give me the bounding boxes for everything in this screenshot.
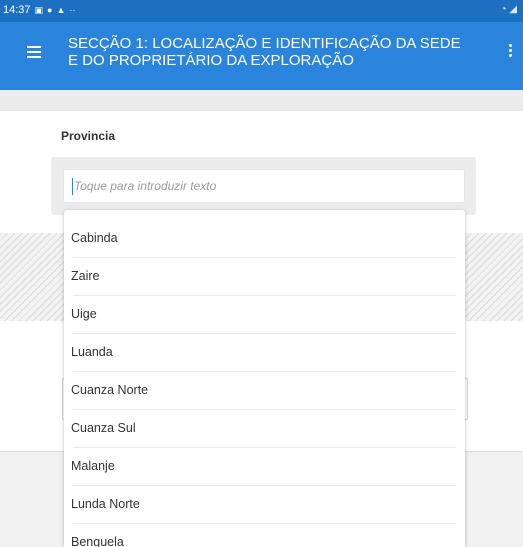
- provincia-dropdown: Cabinda Zaire Uige Luanda Cuanza Norte C…: [64, 210, 465, 547]
- status-left: 14:37 ▣ ● ▲ ··: [3, 4, 75, 16]
- input-placeholder: Toque para introduzir texto: [74, 179, 217, 193]
- section-subbar: [0, 90, 523, 111]
- provincia-input[interactable]: Toque para introduzir texto: [63, 169, 465, 203]
- dropdown-option[interactable]: Luanda: [71, 334, 456, 372]
- image-icon: ▣: [34, 4, 44, 15]
- warning-icon: ▲: [56, 4, 66, 15]
- wifi-icon: ◔: [500, 4, 507, 15]
- more-dots-icon: ··: [69, 4, 76, 15]
- dropdown-option[interactable]: Cuanza Norte: [71, 372, 456, 410]
- status-time: 14:37: [3, 4, 31, 16]
- page-title: SECÇÃO 1: LOCALIZAÇÃO E IDENTIFICAÇÃO DA…: [68, 35, 461, 69]
- hamburger-menu-icon[interactable]: [27, 46, 41, 58]
- dropdown-option[interactable]: Zaire: [71, 258, 456, 296]
- dropdown-option[interactable]: Cabinda: [71, 220, 456, 258]
- status-bar: 14:37 ▣ ● ▲ ·· ◔ ◢: [0, 0, 523, 22]
- dropdown-option[interactable]: Cuanza Sul: [71, 410, 456, 448]
- disabled-hatch-left: [0, 233, 65, 321]
- app-bar: SECÇÃO 1: LOCALIZAÇÃO E IDENTIFICAÇÃO DA…: [0, 22, 523, 90]
- dropdown-option[interactable]: Malanje: [71, 448, 456, 486]
- dropdown-option[interactable]: Benguela: [71, 524, 456, 547]
- dropdown-option[interactable]: Uige: [71, 296, 456, 334]
- signal-icon: ◢: [509, 4, 517, 15]
- disabled-hatch-right: [464, 233, 523, 321]
- more-vert-icon[interactable]: [505, 44, 515, 66]
- status-right: ◔ ◢: [500, 4, 517, 15]
- field-label-provincia: Provincia: [61, 129, 116, 143]
- dot-icon: ●: [47, 4, 53, 15]
- text-caret: [72, 178, 73, 195]
- dropdown-option[interactable]: Lunda Norte: [71, 486, 456, 524]
